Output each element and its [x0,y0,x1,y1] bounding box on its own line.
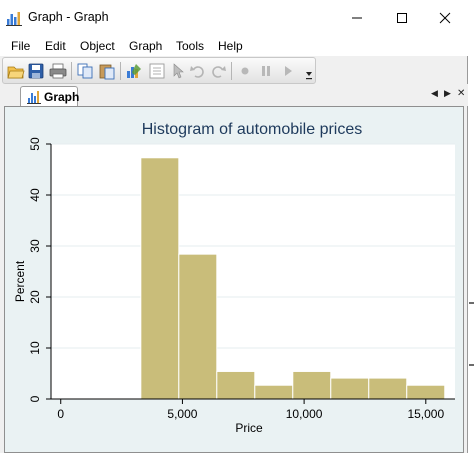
histogram-bar [254,384,294,400]
document-tabstrip: Graph ◀ ▶ ✕ [0,84,468,107]
save-icon[interactable] [27,62,45,80]
close-icon [439,12,451,24]
paste-icon[interactable] [98,62,116,80]
graph-window: Graph - Graph File Edit Object Graph Too… [0,0,468,453]
properties-icon[interactable] [148,62,166,80]
histogram-bar [292,370,332,400]
menu-bar: File Edit Object Graph Tools Help [0,36,468,56]
toolbar-overflow-icon[interactable] [305,63,313,81]
y-tick-label: 20 [28,290,42,304]
toolbar-separator [231,62,232,80]
tab-label: Graph [44,90,80,104]
histogram-bar [178,253,218,400]
graph-tab-icon [27,91,41,104]
window-title: Graph - Graph [28,10,109,24]
toolbar-separator [71,62,72,80]
tab-graph[interactable]: Graph [20,86,80,107]
y-tick-label: 0 [28,395,42,402]
print-icon[interactable] [49,62,67,80]
undo-icon[interactable] [189,62,207,80]
graph-canvas: Histogram of automobile prices 0 10 20 30 40… [4,106,464,453]
x-tick-label: 5,000 [167,407,197,421]
graph-editor-icon[interactable] [125,62,143,80]
x-tick-label: 0 [57,407,64,421]
x-tick-label: 10,000 [286,407,323,421]
menu-help[interactable]: Help [218,39,243,53]
play-icon[interactable] [279,62,297,80]
histogram-bar [368,377,408,400]
redo-icon[interactable] [209,62,227,80]
tab-scroll-right-icon[interactable]: ▶ [444,88,451,99]
minimize-icon [352,17,362,19]
record-icon[interactable] [236,62,254,80]
edge-mark [469,302,474,304]
toolbar [2,57,316,84]
histogram-chart: 0 10 20 30 40 50 0 5,000 10,000 15,000 Price Percen… [13,137,455,435]
maximize-button[interactable] [379,0,425,36]
histogram-bar [216,370,256,400]
edge-mark [469,364,474,366]
toolbar-separator [120,62,121,80]
y-tick-label: 10 [28,341,42,355]
plot-region [51,144,455,399]
maximize-icon [397,13,407,23]
tab-scroll-left-icon[interactable]: ◀ [431,88,438,99]
open-icon[interactable] [7,62,25,80]
pointer-icon[interactable] [169,62,187,80]
menu-object[interactable]: Object [80,39,115,53]
title-bar[interactable]: Graph - Graph [0,0,468,36]
y-tick-label: 40 [28,188,42,202]
y-tick-label: 30 [28,239,42,253]
x-axis-title: Price [235,421,263,435]
menu-file[interactable]: File [11,39,30,53]
menu-edit[interactable]: Edit [45,39,66,53]
histogram-bar [330,377,370,400]
copy-icon[interactable] [76,62,94,80]
histogram-bar [140,157,180,400]
tab-close-icon[interactable]: ✕ [457,88,465,99]
x-tick-label: 15,000 [407,407,444,421]
close-button[interactable] [422,0,468,36]
y-tick-label: 50 [28,137,42,151]
graph-app-icon [6,12,22,26]
menu-graph[interactable]: Graph [129,39,162,53]
minimize-button[interactable] [334,0,380,36]
y-axis-title: Percent [13,260,27,302]
menu-tools[interactable]: Tools [176,39,204,53]
histogram-bar [406,384,446,400]
pause-icon[interactable] [257,62,275,80]
